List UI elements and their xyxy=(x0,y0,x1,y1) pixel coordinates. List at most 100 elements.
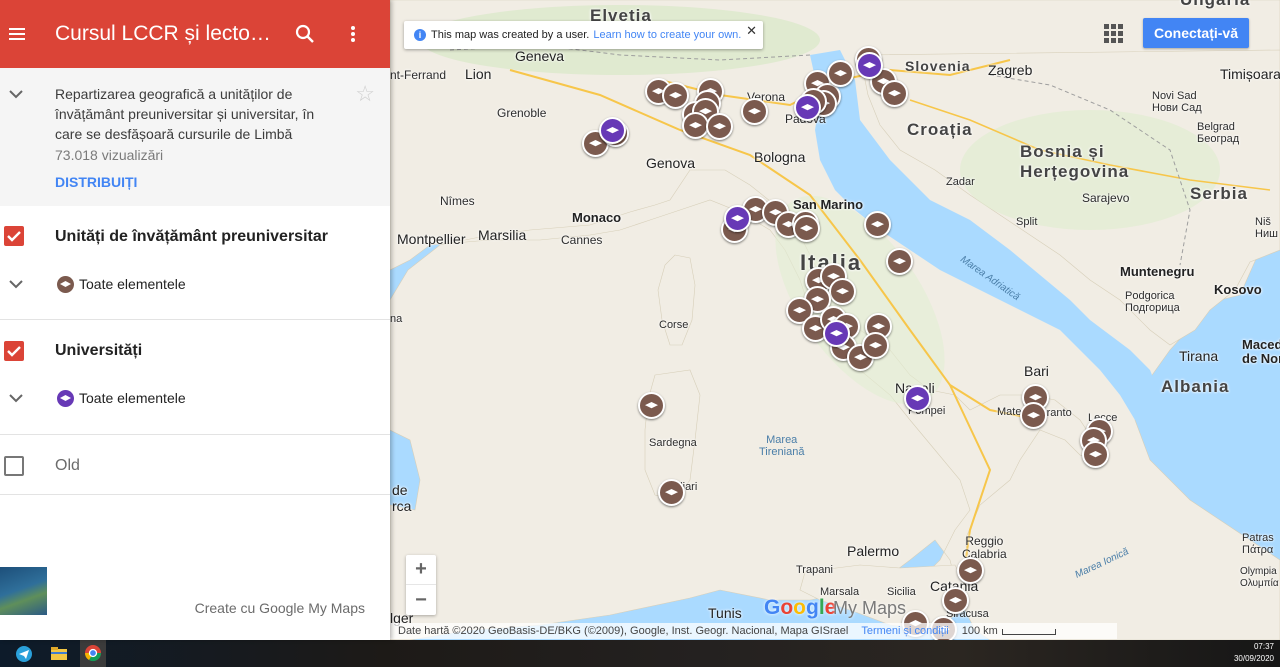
chrome-icon[interactable] xyxy=(80,640,106,667)
file-explorer-icon[interactable] xyxy=(48,643,70,665)
layer-title[interactable]: Unități de învățământ preuniversitar xyxy=(55,228,328,246)
close-icon[interactable]: ✕ xyxy=(746,23,757,39)
apps-grid-icon[interactable] xyxy=(1102,22,1124,44)
zoom-out-button[interactable]: − xyxy=(406,585,436,615)
mymaps-logo: My Maps xyxy=(833,598,907,618)
label-podgorica: Podgorica Подгорица xyxy=(1125,290,1180,314)
created-with-link[interactable]: Create cu Google My Maps xyxy=(195,600,365,616)
university-pin[interactable] xyxy=(794,94,821,121)
layer-title[interactable]: Universități xyxy=(55,342,142,360)
label-sicilia: Sicilia xyxy=(887,586,916,598)
clock-date: 30/09/2020 xyxy=(1233,654,1274,663)
sign-in-button[interactable]: Conectați-vă xyxy=(1143,18,1249,48)
school-pin[interactable] xyxy=(942,587,969,614)
terms-link[interactable]: Termeni și condiții xyxy=(861,625,948,637)
school-pin[interactable] xyxy=(886,248,913,275)
school-pin[interactable] xyxy=(864,211,891,238)
school-pin[interactable] xyxy=(862,332,889,359)
school-pin[interactable] xyxy=(638,392,665,419)
university-pin[interactable] xyxy=(856,52,883,79)
university-pin[interactable] xyxy=(599,117,626,144)
label-novi-sad: Novi Sad Нови Сад xyxy=(1152,90,1202,114)
university-pin[interactable] xyxy=(823,320,850,347)
share-button[interactable]: DISTRIBUIȚI xyxy=(55,174,137,190)
label-albania: Albania xyxy=(1161,377,1230,396)
menu-button[interactable] xyxy=(2,19,32,49)
label-lion: Lion xyxy=(465,66,492,82)
label-nimes: Nîmes xyxy=(440,194,475,208)
expand-legend-icon[interactable] xyxy=(6,388,26,408)
label-macedonia: Macedo de Nor xyxy=(1242,337,1280,366)
map-title: Cursul LCCR și lectoratele xyxy=(55,22,277,45)
school-pin[interactable] xyxy=(793,215,820,242)
label-marea-tireniana: Marea Tireniană xyxy=(759,434,805,458)
legend-label[interactable]: Toate elementele xyxy=(79,276,186,292)
layer-title[interactable]: Old xyxy=(55,457,80,475)
sidebar: Cursul LCCR și lectoratele ☆ Repartizare… xyxy=(0,0,390,640)
star-icon[interactable]: ☆ xyxy=(355,83,375,105)
school-pin[interactable] xyxy=(658,479,685,506)
expand-legend-icon[interactable] xyxy=(6,274,26,294)
label-zadar: Zadar xyxy=(946,176,975,188)
label-marsilia: Marsilia xyxy=(478,227,527,243)
school-pin[interactable] xyxy=(957,557,984,584)
label-corse: Corse xyxy=(659,319,689,331)
layer-old: Old xyxy=(0,435,390,495)
school-pin[interactable] xyxy=(682,112,709,139)
label-bari: Bari xyxy=(1024,363,1049,379)
school-pin[interactable] xyxy=(1082,441,1109,468)
label-monaco: Monaco xyxy=(572,210,622,225)
collapse-description-icon[interactable] xyxy=(6,84,26,104)
label-bologna: Bologna xyxy=(754,149,806,165)
label-bosnia: Bosnia și Herțegovina xyxy=(1020,142,1130,181)
school-pin[interactable] xyxy=(706,113,733,140)
school-pin[interactable] xyxy=(881,80,908,107)
scale-label[interactable]: 100 km xyxy=(962,625,998,637)
search-button[interactable] xyxy=(289,18,321,50)
zoom-in-button[interactable]: + xyxy=(406,555,436,585)
telegram-icon[interactable] xyxy=(13,643,35,665)
label-genova: Genova xyxy=(646,155,696,171)
label-grenoble: Grenoble xyxy=(497,106,547,120)
school-pin-icon xyxy=(57,276,74,293)
school-pin[interactable] xyxy=(827,60,854,87)
layer-checkbox-preuniversitar[interactable] xyxy=(4,226,24,246)
label-kosovo: Kosovo xyxy=(1214,282,1262,297)
more-options-button[interactable] xyxy=(337,18,369,50)
checkmark-icon xyxy=(7,346,21,357)
school-pin[interactable] xyxy=(1020,402,1047,429)
label-split: Split xyxy=(1016,216,1038,228)
google-logo[interactable]: Google xyxy=(764,596,836,620)
label-sarajevo: Sarajevo xyxy=(1082,191,1130,205)
info-banner: i This map was created by a user. Learn … xyxy=(404,21,763,49)
school-pin[interactable] xyxy=(829,278,856,305)
label-zagreb: Zagreb xyxy=(988,62,1033,78)
school-pin[interactable] xyxy=(741,98,768,125)
taskbar-clock[interactable]: 07:37 30/09/2020 xyxy=(1234,641,1274,665)
label-belgrad: Belgrad Београд xyxy=(1197,121,1240,145)
info-banner-text: This map was created by a user. xyxy=(431,29,590,41)
checkmark-icon xyxy=(7,231,21,242)
university-pin[interactable] xyxy=(904,385,931,412)
learn-how-link[interactable]: Learn how to create your own. xyxy=(593,29,741,41)
taskbar: 07:37 30/09/2020 xyxy=(0,640,1280,667)
layer-checkbox-old[interactable] xyxy=(4,456,24,476)
layer-header: Unități de învățământ preuniversitar xyxy=(0,206,390,266)
view-count: 73.018 vizualizări xyxy=(55,147,164,163)
label-slovenia: Slovenia xyxy=(905,58,971,74)
legend-label[interactable]: Toate elementele xyxy=(79,390,186,406)
label-trapani: Trapani xyxy=(796,564,833,576)
map-attribution: Date hartă ©2020 GeoBasis-DE/BKG (©2009)… xyxy=(390,623,1117,639)
label-croatia: Croația xyxy=(907,120,973,139)
label-muntenegru: Muntenegru xyxy=(1120,264,1195,279)
layer-legend-row: Toate elementele xyxy=(0,380,390,434)
map-canvas[interactable]: Elvetia Geneva Lion nt-Ferrand Grenoble … xyxy=(390,0,1280,640)
basemap-thumbnail[interactable] xyxy=(0,567,47,615)
layer-preuniversitar: Unități de învățământ preuniversitar Toa… xyxy=(0,206,390,320)
university-pin[interactable] xyxy=(724,205,751,232)
label-serbia: Serbia xyxy=(1190,184,1248,203)
layer-checkbox-universitati[interactable] xyxy=(4,341,24,361)
layer-universitati: Universități Toate elementele xyxy=(0,320,390,435)
attribution-text: Date hartă ©2020 GeoBasis-DE/BKG (©2009)… xyxy=(398,625,849,637)
info-icon: i xyxy=(414,29,426,41)
